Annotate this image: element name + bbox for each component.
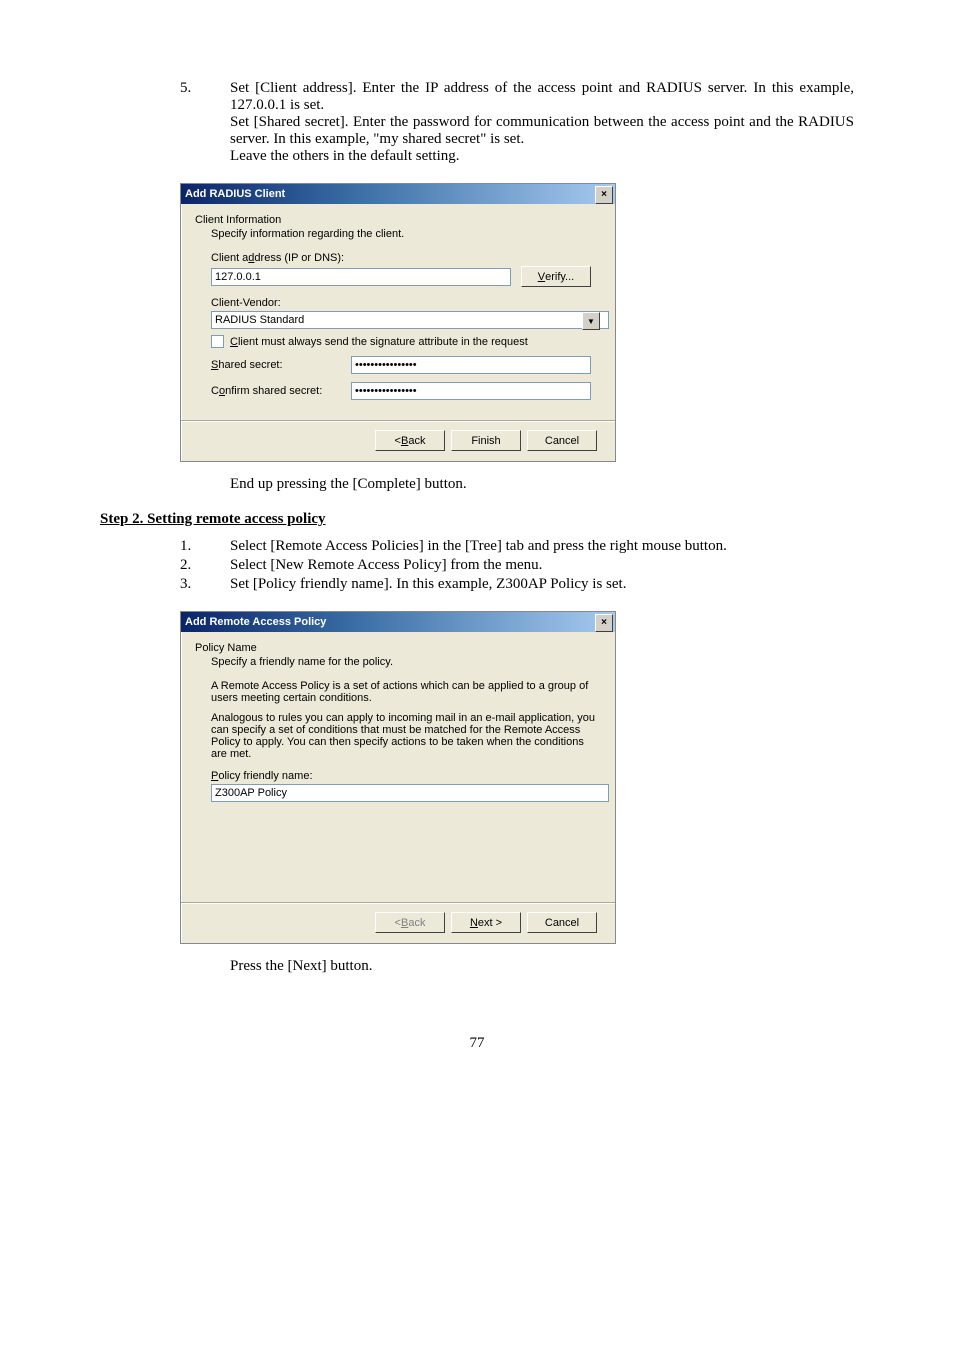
dialog-title: Add Remote Access Policy — [185, 616, 326, 628]
policy-para2: Analogous to rules you can apply to inco… — [211, 712, 601, 760]
shared-secret-label: Shared secret: — [211, 359, 351, 371]
confirm-shared-secret-label: Confirm shared secret: — [211, 385, 351, 397]
s2-item3: Set [Policy friendly name]. In this exam… — [230, 576, 854, 593]
btn-accel: B — [401, 917, 408, 929]
signature-attribute-label: Client must always send the signature at… — [230, 336, 528, 348]
step2-heading: Step 2. Setting remote access policy — [100, 511, 854, 528]
dialog-titlebar: Add Remote Access Policy × — [181, 612, 615, 632]
s2-item2: Select [New Remote Access Policy] from t… — [230, 557, 854, 574]
client-vendor-select[interactable] — [211, 311, 609, 329]
step5-line1: Set [Client address]. Enter the IP addre… — [230, 80, 854, 113]
dialog-divider — [181, 902, 615, 904]
chevron-down-icon[interactable]: ▼ — [582, 312, 600, 330]
label-part: Client a — [211, 252, 248, 264]
add-remote-access-policy-dialog: Add Remote Access Policy × Policy Name S… — [180, 611, 616, 944]
label-accel: C — [230, 336, 238, 348]
client-information-sub: Specify information regarding the client… — [211, 228, 601, 240]
shared-secret-input[interactable] — [351, 356, 591, 374]
signature-attribute-checkbox[interactable] — [211, 335, 224, 348]
s2-item1: Select [Remote Access Policies] in the [… — [230, 538, 854, 555]
next-button[interactable]: Next > — [451, 912, 521, 933]
list-number: 3. — [180, 576, 230, 593]
list-number: 2. — [180, 557, 230, 574]
policy-name-sub: Specify a friendly name for the policy. — [211, 656, 601, 668]
step5-line2: Set [Shared secret]. Enter the password … — [230, 114, 854, 147]
close-button[interactable]: × — [595, 186, 613, 204]
list-number: 5. — [180, 80, 230, 165]
end-press-complete: End up pressing the [Complete] button. — [230, 476, 854, 493]
close-icon: × — [601, 618, 607, 628]
back-button[interactable]: < Back — [375, 430, 445, 451]
label-part: dress (IP or DNS): — [254, 252, 344, 264]
label-part: hared secret: — [218, 359, 282, 371]
close-button[interactable]: × — [595, 614, 613, 632]
client-address-input[interactable] — [211, 268, 511, 286]
btn-text: erify... — [545, 271, 574, 283]
client-address-label: Client address (IP or DNS): — [211, 252, 601, 264]
confirm-shared-secret-input[interactable] — [351, 382, 591, 400]
list-number: 1. — [180, 538, 230, 555]
btn-accel: B — [401, 435, 408, 447]
btn-text: ack — [408, 435, 425, 447]
label-part: olicy friendly name: — [218, 770, 312, 782]
client-vendor-label: Client-Vendor: — [211, 297, 601, 309]
dialog-divider — [181, 420, 615, 422]
step5-line3: Leave the others in the default setting. — [230, 148, 460, 164]
btn-accel: N — [470, 917, 478, 929]
cancel-button[interactable]: Cancel — [527, 430, 597, 451]
finish-button[interactable]: Finish — [451, 430, 521, 451]
btn-text: ext > — [478, 917, 502, 929]
policy-para1: A Remote Access Policy is a set of actio… — [211, 680, 601, 704]
back-button: < Back — [375, 912, 445, 933]
verify-button[interactable]: Verify... — [521, 266, 591, 287]
btn-accel: V — [538, 271, 545, 283]
policy-name-heading: Policy Name — [195, 642, 601, 654]
policy-friendly-name-label: Policy friendly name: — [211, 770, 601, 782]
cancel-button[interactable]: Cancel — [527, 912, 597, 933]
add-radius-client-dialog: Add RADIUS Client × Client Information S… — [180, 183, 616, 462]
client-information-heading: Client Information — [195, 214, 601, 226]
dialog-title: Add RADIUS Client — [185, 188, 285, 200]
step5-text: Set [Client address]. Enter the IP addre… — [230, 80, 854, 165]
btn-text: ack — [408, 917, 425, 929]
label-part: C — [211, 385, 219, 397]
policy-friendly-name-input[interactable] — [211, 784, 609, 802]
page-number: 77 — [100, 1035, 854, 1052]
label-part: lient must always send the signature att… — [238, 336, 528, 348]
dialog-titlebar: Add RADIUS Client × — [181, 184, 615, 204]
press-next: Press the [Next] button. — [230, 958, 854, 975]
label-part: nfirm shared secret: — [225, 385, 322, 397]
close-icon: × — [601, 190, 607, 200]
